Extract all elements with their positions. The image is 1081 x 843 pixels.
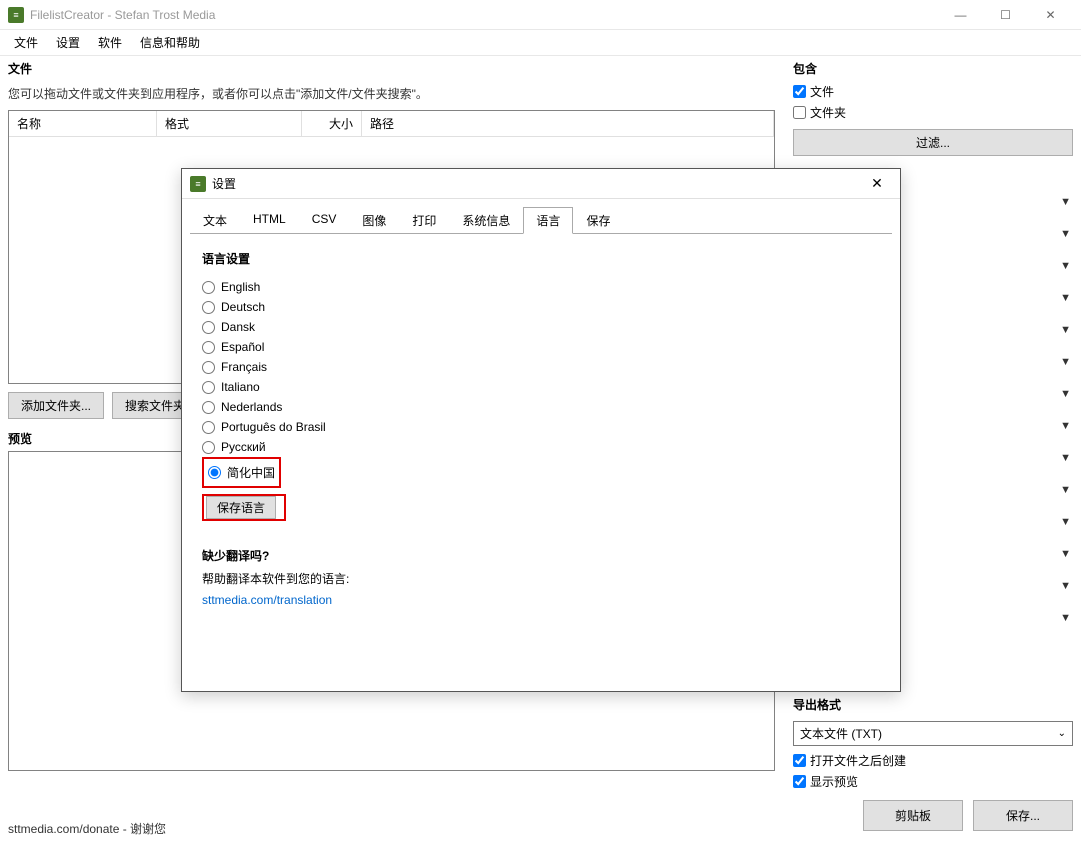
radio-francais[interactable] (202, 361, 215, 374)
dialog-icon: ≡ (190, 176, 206, 192)
tab-sysinfo[interactable]: 系统信息 (449, 207, 523, 234)
side-arrow-6[interactable]: ▼ (1053, 356, 1073, 372)
dialog-titlebar: ≡ 设置 ✕ (182, 169, 900, 199)
file-table-header: 名称 格式 大小 路径 (9, 111, 774, 137)
show-preview-row[interactable]: 显示预览 (793, 771, 1073, 792)
tab-language[interactable]: 语言 (523, 207, 573, 234)
lang-chinese[interactable]: 简化中国 (208, 461, 275, 484)
side-arrow-14[interactable]: ▼ (1053, 612, 1073, 628)
tab-image[interactable]: 图像 (349, 207, 399, 234)
dialog-body: 语言设置 English Deutsch Dansk Español Franç… (190, 233, 892, 693)
add-folder-button[interactable]: 添加文件夹... (8, 392, 104, 419)
help-translation-text: 帮助翻译本软件到您的语言: (202, 570, 880, 587)
window-titlebar: ≡ FilelistCreator - Stefan Trost Media —… (0, 0, 1081, 30)
dialog-title: 设置 (212, 175, 862, 192)
maximize-button[interactable]: ☐ (983, 1, 1028, 29)
side-arrow-12[interactable]: ▼ (1053, 548, 1073, 564)
export-panel: 导出格式 文本文件 (TXT) ⌄ 打开文件之后创建 显示预览 剪贴板 保存..… (793, 692, 1073, 831)
radio-nederlands[interactable] (202, 401, 215, 414)
lang-portugues[interactable]: Português do Brasil (202, 417, 880, 437)
radio-dansk[interactable] (202, 321, 215, 334)
open-after-row[interactable]: 打开文件之后创建 (793, 750, 1073, 771)
lang-nederlands[interactable]: Nederlands (202, 397, 880, 417)
side-arrow-9[interactable]: ▼ (1053, 452, 1073, 468)
side-arrow-4[interactable]: ▼ (1053, 292, 1073, 308)
col-name[interactable]: 名称 (9, 111, 157, 136)
lang-english[interactable]: English (202, 277, 880, 297)
include-folders-row[interactable]: 文件夹 (793, 102, 1073, 123)
save-language-button[interactable]: 保存语言 (206, 496, 276, 519)
radio-espanol[interactable] (202, 341, 215, 354)
open-after-label: 打开文件之后创建 (810, 752, 906, 769)
dialog-tabs: 文本 HTML CSV 图像 打印 系统信息 语言 保存 (182, 199, 900, 234)
show-preview-checkbox[interactable] (793, 775, 806, 788)
minimize-button[interactable]: — (938, 1, 983, 29)
language-section-title: 语言设置 (202, 250, 880, 267)
side-arrow-7[interactable]: ▼ (1053, 388, 1073, 404)
show-preview-label: 显示预览 (810, 773, 858, 790)
include-files-checkbox[interactable] (793, 85, 806, 98)
radio-deutsch[interactable] (202, 301, 215, 314)
menubar: 文件 设置 软件 信息和帮助 (0, 30, 1081, 56)
filter-button[interactable]: 过滤... (793, 129, 1073, 156)
radio-chinese[interactable] (208, 466, 221, 479)
clipboard-button[interactable]: 剪贴板 (863, 800, 963, 831)
side-arrow-8[interactable]: ▼ (1053, 420, 1073, 436)
export-title: 导出格式 (793, 692, 1073, 717)
side-arrow-2[interactable]: ▼ (1053, 228, 1073, 244)
window-title: FilelistCreator - Stefan Trost Media (30, 8, 938, 22)
include-files-label: 文件 (810, 83, 834, 100)
highlight-selected-language: 简化中国 (202, 457, 281, 488)
radio-english[interactable] (202, 281, 215, 294)
footer-text: sttmedia.com/donate - 谢谢您 (8, 820, 166, 837)
include-folders-checkbox[interactable] (793, 106, 806, 119)
missing-translation-title: 缺少翻译吗? (202, 547, 880, 564)
file-hint: 您可以拖动文件或文件夹到应用程序，或者你可以点击"添加文件/文件夹搜索"。 (8, 81, 775, 110)
side-arrow-11[interactable]: ▼ (1053, 516, 1073, 532)
export-format-select[interactable]: 文本文件 (TXT) ⌄ (793, 721, 1073, 746)
radio-russian[interactable] (202, 441, 215, 454)
col-size[interactable]: 大小 (302, 111, 362, 136)
close-button[interactable]: ✕ (1028, 1, 1073, 29)
include-panel: 包含 文件 文件夹 过滤... (793, 56, 1073, 162)
lang-deutsch[interactable]: Deutsch (202, 297, 880, 317)
open-after-checkbox[interactable] (793, 754, 806, 767)
include-files-row[interactable]: 文件 (793, 81, 1073, 102)
chevron-down-icon: ⌄ (1058, 728, 1066, 739)
file-panel-title: 文件 (8, 56, 775, 81)
menu-file[interactable]: 文件 (6, 30, 46, 55)
radio-italiano[interactable] (202, 381, 215, 394)
tab-save[interactable]: 保存 (573, 207, 623, 234)
tab-print[interactable]: 打印 (399, 207, 449, 234)
include-folders-label: 文件夹 (810, 104, 846, 121)
radio-portugues[interactable] (202, 421, 215, 434)
lang-russian[interactable]: Русский (202, 437, 880, 457)
dialog-close-button[interactable]: ✕ (862, 172, 892, 196)
menu-settings[interactable]: 设置 (48, 30, 88, 55)
side-arrow-5[interactable]: ▼ (1053, 324, 1073, 340)
lang-italiano[interactable]: Italiano (202, 377, 880, 397)
highlight-save-language: 保存语言 (202, 494, 286, 521)
tab-text[interactable]: 文本 (190, 207, 240, 234)
lang-espanol[interactable]: Español (202, 337, 880, 357)
side-arrow-1[interactable]: ▼ (1053, 196, 1073, 212)
app-icon: ≡ (8, 7, 24, 23)
save-button[interactable]: 保存... (973, 800, 1073, 831)
translation-link[interactable]: sttmedia.com/translation (202, 593, 332, 607)
side-arrow-10[interactable]: ▼ (1053, 484, 1073, 500)
settings-dialog: ≡ 设置 ✕ 文本 HTML CSV 图像 打印 系统信息 语言 保存 语言设置… (181, 168, 901, 692)
include-title: 包含 (793, 56, 1073, 81)
lang-dansk[interactable]: Dansk (202, 317, 880, 337)
side-arrows: ▼ ▼ ▼ ▼ ▼ ▼ ▼ ▼ ▼ ▼ ▼ ▼ ▼ ▼ (1053, 196, 1073, 628)
tab-csv[interactable]: CSV (299, 207, 350, 234)
lang-francais[interactable]: Français (202, 357, 880, 377)
col-path[interactable]: 路径 (362, 111, 774, 136)
col-format[interactable]: 格式 (157, 111, 302, 136)
side-arrow-13[interactable]: ▼ (1053, 580, 1073, 596)
export-format-value: 文本文件 (TXT) (800, 725, 882, 742)
tab-html[interactable]: HTML (240, 207, 299, 234)
menu-info[interactable]: 信息和帮助 (132, 30, 208, 55)
menu-software[interactable]: 软件 (90, 30, 130, 55)
side-arrow-3[interactable]: ▼ (1053, 260, 1073, 276)
